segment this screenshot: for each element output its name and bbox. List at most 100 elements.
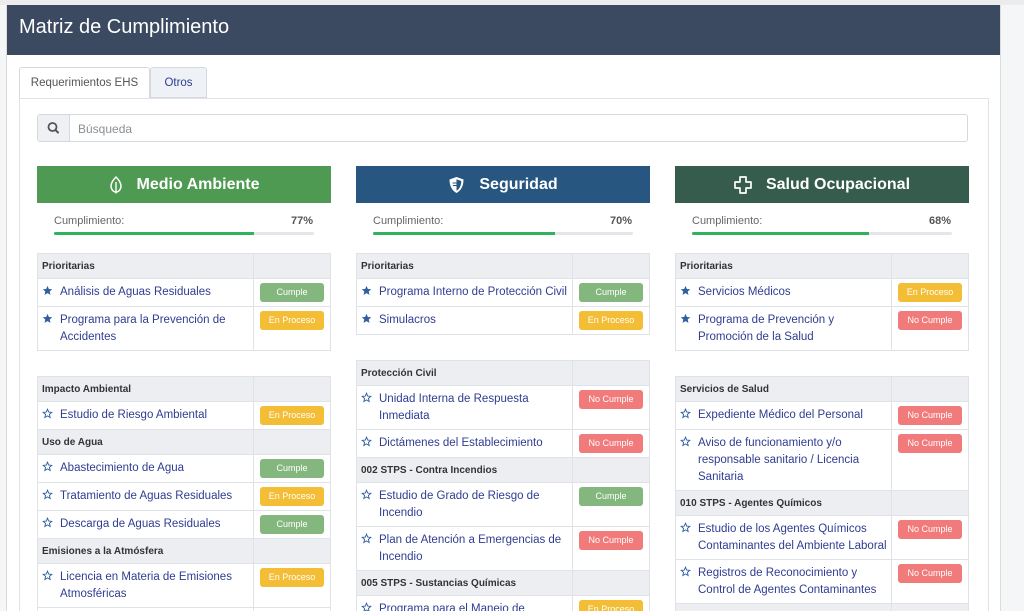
compliance-summary: Cumplimiento: 68% (675, 203, 969, 253)
star-outline-icon[interactable] (42, 461, 53, 472)
compliance-label: Cumplimiento: (54, 215, 125, 227)
status-badge[interactable]: Cumple (260, 515, 324, 534)
requirement-link[interactable]: Registros de Reconocimiento y Control de… (698, 567, 876, 596)
status-badge[interactable]: Cumple (579, 283, 643, 302)
tab-otros[interactable]: Otros (150, 67, 207, 98)
group-header-row: Impacto Ambiental (37, 376, 331, 402)
group-header: Protección Civil (356, 360, 573, 386)
star-outline-icon[interactable] (361, 533, 372, 544)
table-row: Programa Interno de Protección Civil Cump… (356, 278, 650, 307)
status-badge[interactable]: No Cumple (579, 434, 643, 453)
status-badge[interactable]: No Cumple (898, 564, 962, 583)
table-row: Tratamiento de Aguas Residuales En Proces… (37, 482, 331, 511)
requirement-link[interactable]: Descarga de Aguas Residuales (60, 518, 220, 530)
requirement-link[interactable]: Plan de Atención a Emergencias de Incend… (379, 534, 561, 563)
requirement-link[interactable]: Servicios Médicos (698, 286, 791, 298)
star-filled-icon[interactable] (680, 285, 691, 296)
status-badge[interactable]: En Proceso (898, 283, 962, 302)
group-header-row: Ruido (675, 603, 969, 611)
status-badge[interactable]: En Proceso (260, 311, 324, 330)
status-badge[interactable]: En Proceso (260, 406, 324, 425)
requirement-link[interactable]: Programa para el Manejo de (379, 603, 525, 611)
group-header: Uso de Agua (37, 429, 254, 455)
app-header: Matriz de Cumplimiento (7, 5, 1000, 55)
requirement-link[interactable]: Unidad Interna de Respuesta Inmediata (379, 393, 529, 422)
compliance-value: 77% (290, 215, 313, 227)
table-row: Programa para el Manejo de En Proceso (356, 595, 650, 611)
group-header: Emisiones a la Atmósfera (37, 538, 254, 564)
table-row: Dictámenes del Establecimiento No Cumple (356, 429, 650, 458)
compliance-value: 70% (609, 215, 632, 227)
star-outline-icon[interactable] (680, 408, 691, 419)
table-row: Estudio de los Agentes Químicos Contamin… (675, 515, 969, 560)
requirement-link[interactable]: Expediente Médico del Personal (698, 409, 863, 421)
plus-icon (734, 175, 766, 194)
requirement-link[interactable]: Dictámenes del Establecimiento (379, 437, 543, 449)
star-outline-icon[interactable] (361, 392, 372, 403)
status-badge[interactable]: Cumple (579, 487, 643, 506)
star-outline-icon[interactable] (361, 489, 372, 500)
leaf-icon (109, 175, 137, 194)
star-outline-icon[interactable] (680, 566, 691, 577)
requirement-link[interactable]: Simulacros (379, 314, 436, 326)
compliance-value: 68% (928, 215, 951, 227)
requirement-link[interactable]: Estudio de los Agentes Químicos Contamin… (698, 523, 887, 552)
status-badge[interactable]: No Cumple (898, 406, 962, 425)
category-title: Medio Ambiente (136, 175, 260, 193)
status-badge[interactable]: No Cumple (579, 390, 643, 409)
requirement-link[interactable]: Tratamiento de Aguas Residuales (60, 490, 232, 502)
search-box (37, 114, 968, 142)
requirement-link[interactable]: Aviso de funcionamiento y/o responsable … (698, 437, 859, 483)
status-badge[interactable]: En Proceso (260, 487, 324, 506)
table-header-row: Prioritarias (356, 253, 650, 279)
requirement-link[interactable]: Programa de Prevención y Promoción de la… (698, 314, 834, 343)
search-icon[interactable] (38, 115, 70, 141)
table-row: Programa para la Prevención de Accidente… (37, 306, 331, 351)
status-badge[interactable]: No Cumple (898, 434, 962, 453)
category-title: Salud Ocupacional (765, 175, 911, 193)
category-title: Seguridad (479, 175, 558, 193)
star-outline-icon[interactable] (42, 408, 53, 419)
compliance-progress-fill (692, 232, 869, 235)
compliance-progress-fill (373, 232, 555, 235)
table-header-row: Prioritarias (37, 253, 331, 279)
group-header: Prioritarias (675, 253, 892, 279)
star-outline-icon[interactable] (361, 602, 372, 611)
table-row: Estudio de Riesgo Ambiental En Proceso (37, 401, 331, 430)
prioritarias-table: Prioritarias Análisis de Aguas Residuales… (37, 253, 331, 351)
table-row: Descarga de Aguas Residuales Cumple (37, 510, 331, 539)
star-filled-icon[interactable] (361, 285, 372, 296)
compliance-label: Cumplimiento: (373, 215, 444, 227)
status-badge[interactable]: Cumple (260, 283, 324, 302)
star-filled-icon[interactable] (361, 313, 372, 324)
table-row: Estudio Isotérmico para FuentesEn Proces… (37, 607, 331, 611)
star-outline-icon[interactable] (42, 570, 53, 581)
requirement-link[interactable]: Licencia en Materia de Emisiones Atmosfé… (60, 571, 232, 600)
status-badge[interactable]: No Cumple (898, 520, 962, 539)
search-input[interactable] (76, 117, 960, 141)
requirement-link[interactable]: Programa Interno de Protección Civil (379, 286, 567, 298)
status-badge[interactable]: Cumple (260, 459, 324, 478)
requirement-link[interactable]: Abastecimiento de Agua (60, 462, 184, 474)
status-badge[interactable]: En Proceso (579, 311, 643, 330)
status-badge[interactable]: En Proceso (260, 568, 324, 587)
compliance-progress-bar (692, 232, 952, 235)
requirement-link[interactable]: Análisis de Aguas Residuales (60, 286, 211, 298)
star-filled-icon[interactable] (42, 313, 53, 324)
requirement-link[interactable]: Programa para la Prevención de Accidente… (60, 314, 226, 343)
star-outline-icon[interactable] (680, 436, 691, 447)
star-filled-icon[interactable] (42, 285, 53, 296)
star-outline-icon[interactable] (42, 517, 53, 528)
star-outline-icon[interactable] (42, 489, 53, 500)
star-outline-icon[interactable] (361, 436, 372, 447)
group-header-row: Servicios de Salud (675, 376, 969, 402)
column-seguridad: Seguridad Cumplimiento: 70% Prioritarias Pro… (356, 166, 650, 611)
status-badge[interactable]: No Cumple (898, 311, 962, 330)
star-filled-icon[interactable] (680, 313, 691, 324)
tab-requerimientos-ehs[interactable]: Requerimientos EHS (19, 67, 150, 98)
status-badge[interactable]: No Cumple (579, 531, 643, 550)
requirement-link[interactable]: Estudio de Grado de Riesgo de Incendio (379, 490, 539, 519)
requirement-link[interactable]: Estudio de Riesgo Ambiental (60, 409, 207, 421)
status-badge[interactable]: En Proceso (579, 600, 643, 611)
star-outline-icon[interactable] (680, 522, 691, 533)
